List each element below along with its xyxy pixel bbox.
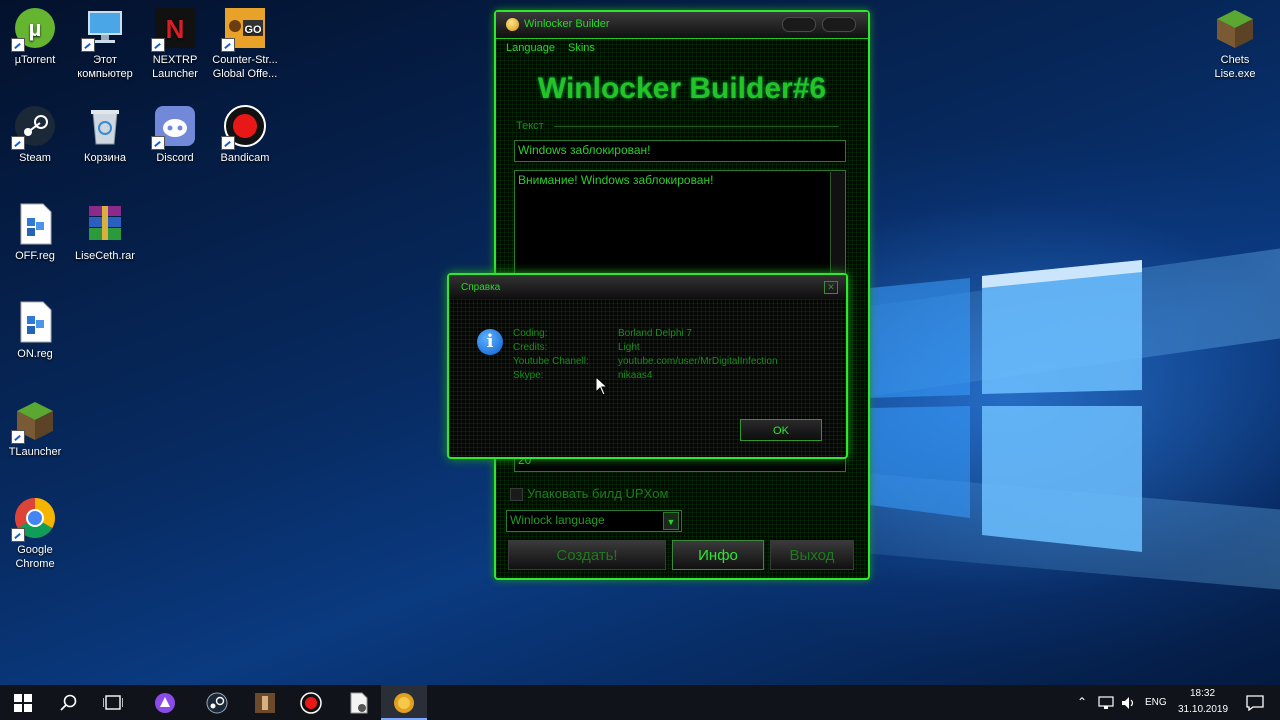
desktop-icon-off-reg[interactable]: OFF.reg: [0, 202, 70, 263]
text-section-label: Текст: [516, 120, 544, 132]
clock-date[interactable]: 31.10.2019: [1178, 704, 1228, 715]
desktop-icon-recycle-bin[interactable]: Корзина: [70, 104, 140, 165]
game-icon: [255, 693, 275, 713]
ok-button[interactable]: OK: [740, 419, 822, 441]
taskbar-alice[interactable]: [142, 685, 188, 720]
discord-icon: [151, 104, 197, 150]
desktop-icon-bandicam[interactable]: Bandicam: [210, 104, 280, 165]
alice-icon: [155, 693, 175, 713]
desktop-icon-google-chrome[interactable]: Google Chrome: [0, 496, 70, 571]
desktop-icon-steam[interactable]: Steam: [0, 104, 70, 165]
dialog-title: Справка: [461, 282, 501, 293]
lock-title-input[interactable]: Windows заблокирован!: [514, 140, 846, 162]
show-hidden-icons-chevron-up-icon[interactable]: ⌃: [1077, 695, 1087, 709]
desktop-icon-chets-lise[interactable]: Chets Lise.exe: [1200, 6, 1270, 81]
taskbar: ⌃ ENG 18:32 31.10.2019: [0, 685, 1280, 720]
builder-window-title: Winlocker Builder: [524, 18, 610, 30]
minimize-button[interactable]: [782, 17, 816, 32]
taskbar-bandicam[interactable]: [288, 685, 334, 720]
upx-checkbox-label: Упаковать билд UPXом: [527, 486, 669, 501]
menu-skins[interactable]: Skins: [568, 42, 595, 54]
steam-icon: [11, 104, 57, 150]
desktop-icon-csgo[interactable]: GO Counter-Str... Global Offe...: [210, 6, 280, 81]
taskbar-file[interactable]: [336, 685, 382, 720]
create-button[interactable]: Создать!: [508, 540, 666, 570]
computer-icon: [81, 6, 127, 52]
close-icon[interactable]: ✕: [824, 281, 838, 294]
info-icon: i: [477, 329, 503, 355]
dialog-title-bar[interactable]: Справка ✕: [449, 275, 846, 299]
taskbar-steam[interactable]: [194, 685, 240, 720]
tlauncher-icon: [11, 398, 57, 444]
desktop-icon-utorrent[interactable]: µ µTorrent: [0, 6, 70, 67]
info-value-coding: Borland Delphi 7: [618, 328, 692, 339]
svg-text:GO: GO: [244, 24, 262, 36]
search-icon: [60, 694, 77, 711]
builder-title-bar[interactable]: Winlocker Builder: [496, 12, 868, 39]
minecraft-block-icon: [1213, 6, 1257, 50]
desktop-icon-this-pc[interactable]: Этот компьютер: [70, 6, 140, 81]
info-value-youtube: youtube.com/user/MrDigitalInfection: [618, 356, 778, 367]
upx-checkbox[interactable]: [510, 488, 523, 501]
windows-start-icon: [14, 694, 32, 712]
svg-text:µ: µ: [29, 16, 42, 41]
recycle-bin-icon: [83, 104, 127, 148]
svg-text:N: N: [166, 14, 185, 44]
registry-file-icon: [13, 202, 57, 246]
notifications-icon[interactable]: [1246, 695, 1264, 711]
chrome-icon: [11, 496, 57, 542]
volume-icon[interactable]: [1121, 696, 1137, 710]
desktop-icon-on-reg[interactable]: ON.reg: [0, 300, 70, 361]
info-button[interactable]: Инфо: [672, 540, 764, 570]
csgo-icon: GO: [221, 6, 267, 52]
app-icon: [506, 18, 519, 31]
nextrp-icon: N: [151, 6, 197, 52]
chevron-down-icon[interactable]: ▼: [663, 512, 679, 530]
mouse-cursor-icon: [596, 377, 608, 396]
close-button[interactable]: [822, 17, 856, 32]
file-icon: [350, 692, 368, 714]
info-label-skype: Skype:: [513, 370, 544, 381]
task-view-button[interactable]: [90, 685, 136, 720]
input-language[interactable]: ENG: [1145, 697, 1167, 708]
bandicam-icon: [221, 104, 267, 150]
menu-language[interactable]: Language: [506, 42, 555, 54]
desktop-icon-discord[interactable]: Discord: [140, 104, 210, 165]
utorrent-icon: µ: [11, 6, 57, 52]
task-view-icon: [103, 695, 123, 710]
info-value-skype: nikaas4: [618, 370, 653, 381]
desktop-icon-nextrp[interactable]: N NEXTRP Launcher: [140, 6, 210, 81]
registry-file-icon: [13, 300, 57, 344]
taskbar-game[interactable]: [242, 685, 288, 720]
info-dialog: Справка ✕ i Coding: Borland Delphi 7 Cre…: [447, 273, 848, 459]
steam-icon: [206, 692, 228, 714]
desktop-icon-tlauncher[interactable]: TLauncher: [0, 398, 70, 459]
taskbar-winlocker[interactable]: [381, 685, 427, 720]
winlocker-app-icon: [394, 693, 414, 713]
winlock-language-select[interactable]: Winlock language: [506, 510, 682, 532]
desktop-icon-liseceth-rar[interactable]: LiseCeth.rar: [70, 202, 140, 263]
winrar-icon: [83, 202, 127, 246]
info-label-credits: Credits:: [513, 342, 548, 353]
start-button[interactable]: [0, 685, 46, 720]
builder-heading: Winlocker Builder#6: [537, 72, 827, 105]
search-button[interactable]: [46, 685, 92, 720]
info-label-coding: Coding:: [513, 328, 548, 339]
clock-time[interactable]: 18:32: [1190, 688, 1215, 699]
bandicam-icon: [300, 692, 322, 714]
section-divider: [554, 126, 839, 127]
exit-button[interactable]: Выход: [770, 540, 854, 570]
network-icon[interactable]: [1098, 696, 1114, 710]
desktop: µ µTorrent Этот компьютер N NEXTRP Launc…: [0, 0, 1280, 685]
info-label-youtube: Youtube Chanell:: [513, 356, 589, 367]
windows-logo-wallpaper: [870, 260, 1142, 552]
info-value-credits: Light: [618, 342, 640, 353]
